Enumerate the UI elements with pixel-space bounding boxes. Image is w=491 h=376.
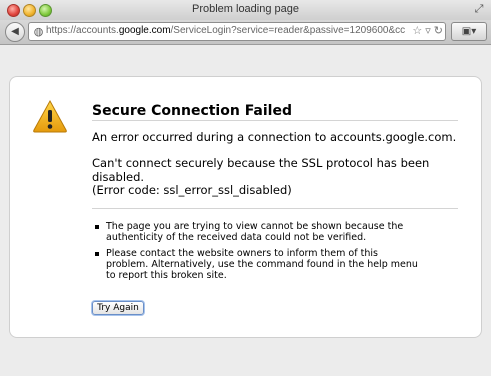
try-again-button[interactable]: Try Again: [92, 301, 144, 315]
bullet-icon: [95, 252, 99, 256]
window-title: Problem loading page: [191, 3, 300, 15]
bullet-icon: [95, 225, 99, 229]
url-text[interactable]: https://accounts.google.com/ServiceLogin…: [46, 25, 416, 36]
error-code: (Error code: ssl_error_ssl_disabled): [92, 183, 292, 197]
page-content: Secure Connection Failed An error occurr…: [0, 45, 491, 376]
url-path: /ServiceLogin?service=reader&passive=120…: [170, 25, 406, 36]
history-dropdown-icon[interactable]: ▿: [425, 24, 431, 37]
error-panel: Secure Connection Failed An error occurr…: [9, 76, 482, 338]
navigation-toolbar: ◀ ◍ https://accounts.google.com/ServiceL…: [0, 20, 491, 45]
title-divider: [92, 120, 458, 121]
hint-text: The page you are trying to view cannot b…: [106, 221, 404, 243]
section-divider: [92, 208, 458, 209]
error-title: Secure Connection Failed: [92, 103, 292, 119]
back-button[interactable]: ◀: [5, 22, 25, 42]
url-bar-icons: ☆ ▿ ↻: [409, 24, 443, 37]
bookmarks-menu-button[interactable]: ▣▾: [451, 22, 487, 41]
list-item: The page you are trying to view cannot b…: [92, 221, 422, 243]
site-identity-icon[interactable]: ◍: [32, 25, 45, 38]
error-hints-list: The page you are trying to view cannot b…: [92, 221, 422, 286]
error-detail: Can't connect securely because the SSL p…: [92, 156, 430, 184]
warning-icon: [33, 99, 67, 133]
title-bar: Problem loading page ⤢: [0, 0, 491, 21]
url-bar[interactable]: ◍ https://accounts.google.com/ServiceLog…: [28, 22, 446, 41]
bookmark-star-icon[interactable]: ☆: [412, 24, 422, 37]
hint-text: Please contact the website owners to inf…: [106, 248, 418, 281]
error-description: An error occurred during a connection to…: [92, 130, 457, 144]
list-item: Please contact the website owners to inf…: [92, 248, 422, 281]
browser-window: Problem loading page ⤢ ◀ ◍ https://accou…: [0, 0, 491, 376]
fullscreen-icon[interactable]: ⤢: [473, 3, 485, 15]
url-host: google.com: [118, 25, 171, 36]
url-prefix: https://accounts.: [46, 25, 119, 36]
reload-icon[interactable]: ↻: [434, 24, 443, 37]
